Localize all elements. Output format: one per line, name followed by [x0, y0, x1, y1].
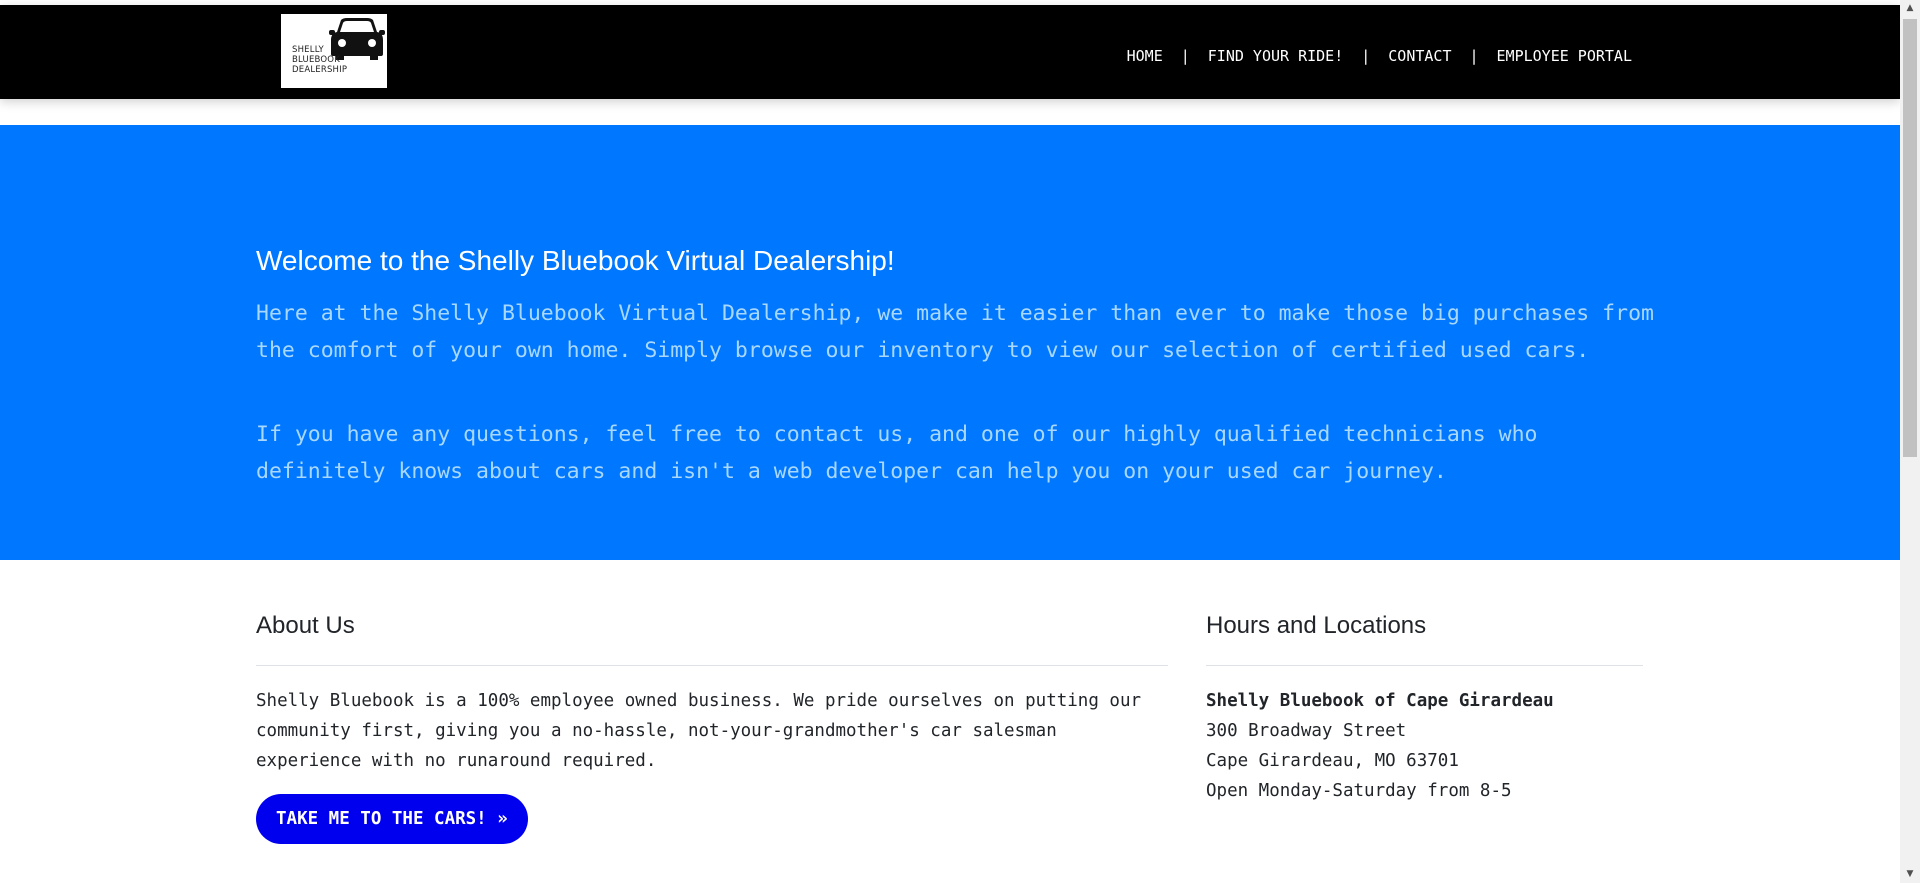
- nav-employee-portal[interactable]: EMPLOYEE PORTAL: [1497, 47, 1632, 65]
- hours-heading: Hours and Locations: [1206, 612, 1643, 666]
- take-me-to-cars-button[interactable]: TAKE ME TO THE CARS! »: [256, 794, 528, 844]
- nav-find-your-ride[interactable]: FIND YOUR RIDE!: [1208, 47, 1343, 65]
- scroll-up-arrow-icon[interactable]: ▲: [1900, 0, 1920, 17]
- nav-separator: |: [1469, 47, 1479, 65]
- nav-separator: |: [1180, 47, 1190, 65]
- hero-paragraph-intro: Here at the Shelly Bluebook Virtual Deal…: [256, 301, 1654, 363]
- hero-title: Welcome to the Shelly Bluebook Virtual D…: [256, 245, 895, 276]
- nav-separator: |: [1361, 47, 1371, 65]
- location-city: Cape Girardeau, MO 63701: [1206, 751, 1459, 771]
- location-street: 300 Broadway Street: [1206, 721, 1407, 741]
- scrollbar-thumb[interactable]: [1903, 19, 1917, 457]
- location-name: Shelly Bluebook of Cape Girardeau: [1206, 691, 1554, 711]
- nav-home[interactable]: HOME: [1127, 47, 1163, 65]
- main-nav: HOME | FIND YOUR RIDE! | CONTACT | EMPLO…: [1127, 41, 1632, 71]
- location-hours: Open Monday-Saturday from 8-5: [1206, 781, 1512, 801]
- hours-section: Hours and Locations Shelly Bluebook of C…: [1206, 612, 1643, 806]
- page-scrollbar[interactable]: ▲ ▼: [1900, 0, 1920, 883]
- scroll-down-arrow-icon[interactable]: ▼: [1900, 866, 1920, 883]
- about-body: Shelly Bluebook is a 100% employee owned…: [256, 691, 1142, 771]
- location-address: Shelly Bluebook of Cape Girardeau 300 Br…: [1206, 686, 1643, 806]
- hero-paragraph-contact: If you have any questions, feel free to …: [256, 422, 1538, 484]
- navbar: SHELLY BLUEBOOK DEALERSHIP HOME | FIND Y…: [0, 5, 1900, 99]
- about-section: About Us Shelly Bluebook is a 100% emplo…: [256, 612, 1168, 844]
- about-heading: About Us: [256, 612, 1168, 666]
- logo-text: SHELLY BLUEBOOK DEALERSHIP: [292, 45, 348, 75]
- nav-contact[interactable]: CONTACT: [1388, 47, 1451, 65]
- hero-banner: Welcome to the Shelly Bluebook Virtual D…: [0, 125, 1900, 560]
- dealership-logo[interactable]: SHELLY BLUEBOOK DEALERSHIP: [281, 14, 387, 88]
